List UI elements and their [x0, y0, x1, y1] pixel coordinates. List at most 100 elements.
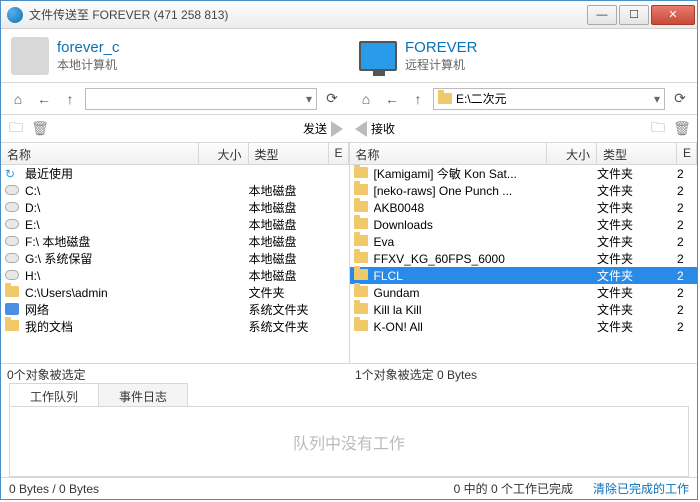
- remote-file-list[interactable]: [Kamigami] 今敏 Kon Sat...文件夹2[neko-raws] …: [350, 165, 698, 363]
- col-name[interactable]: 名称: [1, 143, 199, 164]
- list-item[interactable]: D:\本地磁盘: [1, 199, 349, 216]
- app-icon: [7, 7, 23, 23]
- remote-status: 1个对象被选定 0 Bytes: [349, 364, 697, 383]
- remote-host-name: FOREVER: [405, 39, 478, 56]
- titlebar[interactable]: 文件传送至 FOREVER (471 258 813) — ☐ ✕: [1, 1, 697, 29]
- folder-icon: [354, 303, 370, 317]
- item-e: 2: [677, 320, 693, 334]
- remote-path-text: E:\二次元: [456, 90, 507, 107]
- list-item[interactable]: Gundam文件夹2: [350, 284, 698, 301]
- new-folder-icon[interactable]: 🗀: [7, 120, 25, 138]
- delete-icon[interactable]: 🗑: [673, 120, 691, 138]
- action-row: 🗀 🗑 发送 接收 🗀 🗑: [1, 115, 697, 143]
- folder-icon: [354, 252, 370, 266]
- item-icon: [5, 201, 21, 215]
- chevron-down-icon[interactable]: ▾: [306, 92, 312, 106]
- item-name: D:\: [25, 201, 199, 215]
- item-e: 2: [677, 218, 693, 232]
- item-e: 2: [677, 303, 693, 317]
- folder-icon: [354, 320, 370, 334]
- list-item[interactable]: Eva文件夹2: [350, 233, 698, 250]
- col-size[interactable]: 大小: [547, 143, 597, 164]
- list-item[interactable]: FLCL文件夹2: [350, 267, 698, 284]
- local-host-name: forever_c: [57, 39, 120, 56]
- list-item[interactable]: [neko-raws] One Punch ...文件夹2: [350, 182, 698, 199]
- list-item[interactable]: AKB0048文件夹2: [350, 199, 698, 216]
- up-icon[interactable]: ↑: [407, 88, 429, 110]
- item-name: E:\: [25, 218, 199, 232]
- local-file-list[interactable]: ↻最近使用C:\本地磁盘D:\本地磁盘E:\本地磁盘F:\ 本地磁盘本地磁盘G:…: [1, 165, 349, 363]
- item-name: 网络: [25, 301, 199, 318]
- col-type[interactable]: 类型: [249, 143, 329, 164]
- list-item[interactable]: K-ON! All文件夹2: [350, 318, 698, 335]
- list-item[interactable]: FFXV_KG_60FPS_6000文件夹2: [350, 250, 698, 267]
- item-name: Downloads: [374, 218, 548, 232]
- remote-host-sub: 远程计算机: [405, 56, 478, 73]
- delete-icon[interactable]: 🗑: [31, 120, 49, 138]
- bottom-tabs: 工作队列 事件日志: [9, 383, 689, 407]
- item-name: Gundam: [374, 286, 548, 300]
- col-type[interactable]: 类型: [597, 143, 677, 164]
- tab-queue[interactable]: 工作队列: [9, 383, 99, 406]
- list-item[interactable]: 我的文档 系统文件夹: [1, 318, 349, 335]
- hosts-row: forever_c 本地计算机 FOREVER 远程计算机: [1, 29, 697, 83]
- list-item[interactable]: G:\ 系统保留 本地磁盘: [1, 250, 349, 267]
- minimize-button[interactable]: —: [587, 5, 617, 25]
- home-icon[interactable]: ⌂: [355, 88, 377, 110]
- recv-button[interactable]: 接收: [355, 120, 395, 137]
- list-item[interactable]: Downloads文件夹2: [350, 216, 698, 233]
- chevron-down-icon[interactable]: ▾: [654, 92, 660, 106]
- back-icon[interactable]: ←: [381, 88, 403, 110]
- local-path-input[interactable]: ▾: [85, 88, 317, 110]
- back-icon[interactable]: ←: [33, 88, 55, 110]
- list-item[interactable]: [Kamigami] 今敏 Kon Sat...文件夹2: [350, 165, 698, 182]
- item-e: 2: [677, 235, 693, 249]
- jobs-status: 0 中的 0 个工作已完成: [454, 480, 573, 497]
- folder-icon: [354, 184, 370, 198]
- list-item[interactable]: ↻最近使用: [1, 165, 349, 182]
- remote-columns: 名称 大小 类型 E: [350, 143, 698, 165]
- remote-path-input[interactable]: E:\二次元 ▾: [433, 88, 665, 110]
- col-name[interactable]: 名称: [350, 143, 548, 164]
- maximize-button[interactable]: ☐: [619, 5, 649, 25]
- window-title: 文件传送至 FOREVER (471 258 813): [29, 6, 587, 23]
- clear-completed-link[interactable]: 清除已完成的工作: [593, 480, 689, 497]
- local-pane: 名称 大小 类型 E ↻最近使用C:\本地磁盘D:\本地磁盘E:\本地磁盘F:\…: [1, 143, 350, 363]
- item-name: Eva: [374, 235, 548, 249]
- list-item[interactable]: F:\ 本地磁盘本地磁盘: [1, 233, 349, 250]
- tab-log[interactable]: 事件日志: [98, 383, 188, 406]
- home-icon[interactable]: ⌂: [7, 88, 29, 110]
- item-name: Kill la Kill: [374, 303, 548, 317]
- recv-label: 接收: [371, 120, 395, 137]
- item-icon: [5, 184, 21, 198]
- col-e[interactable]: E: [329, 143, 349, 164]
- item-icon: [5, 252, 21, 266]
- refresh-icon[interactable]: ⟳: [669, 88, 691, 110]
- folder-icon: [354, 235, 370, 249]
- local-columns: 名称 大小 类型 E: [1, 143, 349, 165]
- item-name: 我的文档: [25, 318, 199, 335]
- local-host-sub: 本地计算机: [57, 56, 120, 73]
- col-size[interactable]: 大小: [199, 143, 249, 164]
- close-button[interactable]: ✕: [651, 5, 695, 25]
- item-name: G:\ 系统保留: [25, 250, 199, 267]
- item-icon: [5, 235, 21, 249]
- col-e[interactable]: E: [677, 143, 697, 164]
- item-type: 本地磁盘: [249, 182, 329, 199]
- item-type: 本地磁盘: [249, 250, 329, 267]
- list-item[interactable]: Kill la Kill文件夹2: [350, 301, 698, 318]
- refresh-icon[interactable]: ⟳: [321, 88, 343, 110]
- item-type: 文件夹: [597, 284, 677, 301]
- up-icon[interactable]: ↑: [59, 88, 81, 110]
- item-e: 2: [677, 184, 693, 198]
- list-item[interactable]: E:\ 本地磁盘: [1, 216, 349, 233]
- send-button[interactable]: 发送: [303, 120, 343, 137]
- list-item[interactable]: H:\本地磁盘: [1, 267, 349, 284]
- folder-icon: [354, 167, 370, 181]
- list-item[interactable]: C:\本地磁盘: [1, 182, 349, 199]
- list-item[interactable]: C:\Users\admin文件夹: [1, 284, 349, 301]
- item-type: 本地磁盘: [249, 216, 329, 233]
- item-type: 系统文件夹: [249, 318, 329, 335]
- list-item[interactable]: 网络系统文件夹: [1, 301, 349, 318]
- new-folder-icon[interactable]: 🗀: [649, 120, 667, 138]
